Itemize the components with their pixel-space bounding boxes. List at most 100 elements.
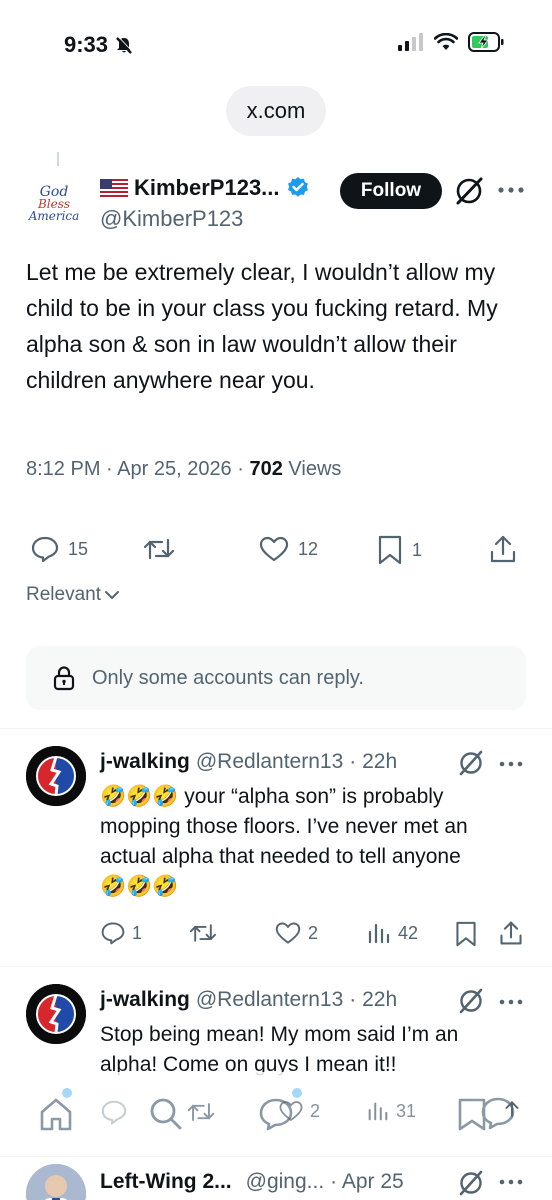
post-actions: 15 12 1 [30,534,522,566]
like-button[interactable]: 2 [278,1098,320,1124]
share-icon [500,921,522,945]
bookmark-button[interactable] [454,920,478,948]
more-icon[interactable] [498,992,524,1012]
avatar[interactable] [26,984,86,1044]
search-icon[interactable] [146,1094,186,1134]
reply-author-handle[interactable]: @Redlantern13 [196,750,343,774]
views-label: Views [282,458,342,480]
reply-count: 1 [132,922,143,943]
reply-count: 15 [68,538,89,559]
mute-icon [116,36,133,54]
us-flag-icon [100,179,128,197]
bottom-tab-bar: 2 31 [0,1072,552,1156]
verified-icon [287,177,308,197]
home-icon[interactable] [36,1094,76,1134]
share-icon [490,535,516,563]
reply-author-name[interactable]: j-walking [100,750,190,774]
avatar[interactable] [26,1164,86,1200]
reply-button[interactable]: 1 [100,920,142,946]
divider [0,966,552,967]
post-meta: 8:12 PM · Apr 25, 2026 · 702 Views [26,458,341,481]
reply-time[interactable]: · 22h [349,988,397,1012]
repost-button[interactable] [188,920,224,946]
grok-icon[interactable] [456,1168,486,1198]
post-timestamp[interactable]: 8:12 PM · Apr 25, 2026 · [26,458,249,480]
reply-author-handle[interactable]: @ging... [246,1170,325,1194]
thread-connector [57,152,59,166]
bookmark-button[interactable]: 1 [376,534,422,566]
like-count: 12 [298,538,319,559]
author-handle[interactable]: @KimberP123 [100,206,243,232]
status-time: 9:33 [64,32,134,58]
sort-selector[interactable]: Relevant [26,584,121,606]
reply-text-line: mopping those floors. I’ve never met an [100,815,468,838]
url-text: x.com [246,98,306,123]
status-bar: 9:33 [0,0,552,80]
signal-icon [398,33,423,51]
view-count: 702 [249,458,283,480]
reply-header: j-walking @Redlantern13 · 22h [100,988,397,1012]
sort-label: Relevant [26,584,101,605]
reply-actions: 1 2 42 [100,920,530,950]
post-text: Let me be extremely clear, I wouldn’t al… [26,259,498,393]
reply-button[interactable]: 15 [30,534,88,564]
like-count: 2 [308,922,319,943]
battery-icon [468,32,504,52]
share-button[interactable] [488,534,518,564]
chevron-down-icon [105,591,119,599]
url-bar[interactable]: x.com [226,86,326,136]
grok-icon[interactable] [456,986,486,1016]
steal-your-face-avatar [26,746,86,806]
like-icon [275,922,301,944]
repost-icon [187,1103,215,1121]
avatar[interactable] [26,746,86,806]
reply-text-line: Stop being mean! My mom said I’m an [100,1023,459,1046]
like-count: 2 [310,1100,321,1121]
like-button[interactable]: 2 [274,920,318,946]
reply-icon [101,1100,127,1126]
repost-icon [189,924,217,942]
lock-icon [53,666,75,691]
grok-icon[interactable] [456,748,486,778]
like-icon [279,1101,303,1122]
reply-icon [31,536,59,563]
reply-time[interactable]: · 22h [349,750,397,774]
follow-button[interactable]: Follow [340,173,442,209]
reply-author-handle[interactable]: @Redlantern13 [196,988,343,1012]
like-button[interactable]: 12 [258,534,318,564]
avatar[interactable]: God Bless America [24,174,84,234]
person-photo-avatar [26,1164,86,1200]
views-button[interactable]: 31 [366,1098,416,1124]
divider [0,1156,552,1157]
reply-text-line: actual alpha that needed to tell anyone [100,845,461,868]
author-name[interactable]: KimberP123... [100,175,310,201]
more-icon[interactable] [498,1172,524,1192]
reply-header: j-walking @Redlantern13 · 22h [100,750,397,774]
bookmark-count: 1 [412,539,423,560]
more-icon[interactable] [498,754,524,774]
steal-your-face-avatar [26,984,86,1044]
more-icon[interactable] [496,178,526,202]
reply-author-name[interactable]: Left-Wing 2... [100,1170,232,1194]
like-icon [259,536,289,562]
avatar-text-3: America [28,209,80,223]
clock-text: 9:33 [64,32,109,57]
views-count: 42 [398,922,419,943]
wifi-icon [434,33,458,50]
share-icon [505,1101,519,1117]
repost-icon [143,538,175,560]
reply-time[interactable]: · Apr 25 [330,1170,404,1194]
reply-author-name[interactable]: j-walking [100,988,190,1012]
reply-text-line: 🤣🤣🤣 your “alpha son” is probably [100,785,444,808]
status-icons [398,32,504,52]
reply-restriction-notice: Only some accounts can reply. [26,646,526,710]
views-button[interactable]: 42 [366,920,418,946]
bookmark-icon [456,921,476,947]
views-icon [368,1102,388,1121]
share-button[interactable] [498,920,524,946]
grok-icon[interactable] [452,174,486,208]
reply-text: 🤣🤣🤣 your “alpha son” is probably mopping… [100,782,530,902]
repost-button[interactable] [142,534,184,564]
reply-icon [101,922,125,945]
views-count: 31 [396,1100,417,1121]
